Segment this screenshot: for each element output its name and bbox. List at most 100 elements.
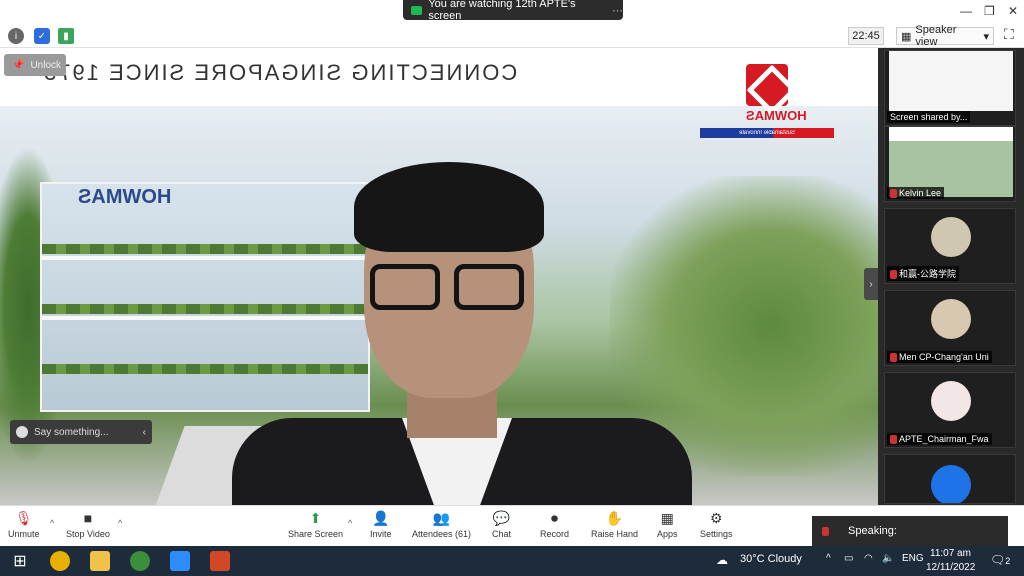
tile-participant-2[interactable]: Men CP-Chang'an Uni xyxy=(884,290,1016,366)
minimize-icon[interactable]: — xyxy=(960,4,972,18)
cloud-icon: ☁ xyxy=(716,553,728,567)
slide-title: CONNECTING SINGAPORE SINCE 1975 xyxy=(42,60,518,85)
shield-icon[interactable]: ✓ xyxy=(34,28,50,44)
windows-start-icon[interactable]: ⊞ xyxy=(10,551,30,571)
share-screen-button[interactable]: ⬆ Share Screen xyxy=(288,510,343,546)
tile-label: Kelvin Lee xyxy=(887,186,945,199)
unmute-button[interactable]: 🎙 Unmute xyxy=(8,510,40,546)
tile-screen-share[interactable]: Screen shared by... xyxy=(884,50,1016,126)
reaction-chat-box[interactable]: Say something... ‹ xyxy=(10,420,152,444)
tile-participant-3[interactable]: APTE_Chairman_Fwa xyxy=(884,372,1016,448)
fullscreen-icon[interactable]: ⛶ xyxy=(1004,26,1014,43)
notification-icon[interactable]: 🗨2 xyxy=(990,553,1010,567)
file-explorer-icon[interactable] xyxy=(90,551,110,571)
camera-icon xyxy=(411,5,423,15)
building-sign: HOWMAS xyxy=(78,186,172,208)
speaker-video xyxy=(232,162,692,505)
grid-icon: ▦ xyxy=(901,30,912,43)
powerpoint-icon[interactable] xyxy=(210,551,230,571)
participants-panel: Screen shared by... Kelvin Lee 和赢-公路学院 M… xyxy=(878,48,1024,505)
raise-hand-button[interactable]: ✋ Raise Hand xyxy=(591,510,638,546)
restore-icon[interactable]: ❐ xyxy=(984,4,995,18)
speaking-indicator: Speaking: xyxy=(812,516,1008,546)
info-icon[interactable]: i xyxy=(8,28,24,44)
avatar xyxy=(931,299,971,339)
add-user-icon: 👤 xyxy=(372,509,390,526)
video-options-caret[interactable]: ^ xyxy=(118,518,122,528)
weather-text[interactable]: 30°C Cloudy xyxy=(740,553,802,565)
battery-icon[interactable]: ▭ xyxy=(844,553,853,564)
tile-participant-4[interactable] xyxy=(884,454,1016,504)
tile-label: Men CP-Chang'an Uni xyxy=(887,350,992,363)
clock-date[interactable]: 12/11/2022 xyxy=(926,562,975,573)
attendees-button[interactable]: 👥 Attendees (61) xyxy=(412,510,471,546)
watching-text: You are watching 12th APTE's screen xyxy=(428,0,576,22)
invite-button[interactable]: 👤 Invite xyxy=(370,510,392,546)
notification-count: 2 xyxy=(1005,556,1011,566)
people-icon: 👥 xyxy=(432,509,451,526)
chevron-down-icon: ▾ xyxy=(983,30,989,43)
share-screen-icon: ⬆ xyxy=(309,509,322,526)
record-button[interactable]: ⏺ Record xyxy=(540,510,569,546)
logo-mark-icon xyxy=(746,64,788,106)
volume-icon[interactable]: 🔈 xyxy=(882,553,894,564)
logo-strip-text: Sustainable Innovate xyxy=(738,130,796,136)
chrome-profile-icon[interactable] xyxy=(130,551,150,571)
emoji-icon[interactable] xyxy=(16,426,28,438)
language-indicator[interactable]: ENG xyxy=(902,553,924,564)
hand-icon: ✋ xyxy=(605,509,624,526)
main-video-stage: CONNECTING SINGAPORE SINCE 1975 HOWMAS H… xyxy=(0,48,878,505)
glasses-right xyxy=(454,264,524,310)
collapse-panel-button[interactable]: › xyxy=(864,268,878,300)
stop-video-button[interactable]: ■ Stop Video xyxy=(66,510,110,546)
chrome-icon[interactable] xyxy=(50,551,70,571)
view-label: Speaker view xyxy=(915,24,957,48)
watching-banner: You are watching 12th APTE's screen ⋯ xyxy=(403,0,623,22)
zoom-app-icon[interactable] xyxy=(170,551,190,571)
video-camera-icon: ■ xyxy=(83,510,93,526)
logo-strip: Sustainable Innovate xyxy=(700,128,834,138)
windows-taskbar: ⊞ ☁ 30°C Cloudy ^ ▭ ◠ 🔈 ENG 11:07 am 12/… xyxy=(0,546,1024,576)
tile-participant-1[interactable]: 和赢-公路学院 xyxy=(884,208,1016,284)
chat-icon: 💬 xyxy=(492,509,511,526)
window-titlebar: You are watching 12th APTE's screen ⋯ — … xyxy=(0,0,1024,24)
clock-time[interactable]: 11:07 am xyxy=(930,548,971,559)
avatar xyxy=(931,217,971,257)
mic-muted-icon xyxy=(890,353,897,362)
chat-button[interactable]: 💬 Chat xyxy=(492,510,511,546)
pin-icon: 📌 xyxy=(12,59,25,71)
meeting-timer: 22:45 xyxy=(848,27,884,45)
share-options-caret[interactable]: ^ xyxy=(348,518,352,528)
tile-label: APTE_Chairman_Fwa xyxy=(887,432,992,445)
mic-off-icon: 🎙 xyxy=(14,509,33,526)
tile-kelvin-lee[interactable]: Kelvin Lee xyxy=(884,126,1016,202)
view-dropdown[interactable]: ▦ Speaker view ▾ xyxy=(896,24,994,48)
unlock-button[interactable]: 📌 Unlock xyxy=(4,54,66,76)
apps-button[interactable]: ▦ Apps xyxy=(657,510,678,546)
more-icon[interactable]: ⋯ xyxy=(612,4,623,17)
mic-muted-icon xyxy=(890,435,897,444)
audio-options-caret[interactable]: ^ xyxy=(50,518,54,528)
chat-placeholder: Say something... xyxy=(34,426,109,438)
signal-icon[interactable]: ▮ xyxy=(58,28,74,44)
gear-icon: ⚙ xyxy=(709,509,723,526)
tray-chevron-icon[interactable]: ^ xyxy=(826,553,831,564)
avatar xyxy=(931,465,971,503)
speaking-label: Speaking: xyxy=(848,525,897,537)
wifi-icon[interactable]: ◠ xyxy=(864,553,873,564)
meeting-info-bar: i ✓ ▮ 22:45 ▦ Speaker view ▾ ⛶ xyxy=(0,24,1024,48)
settings-button[interactable]: ⚙ Settings xyxy=(700,510,733,546)
chevron-left-icon[interactable]: ‹ xyxy=(143,427,152,438)
mic-muted-icon xyxy=(822,526,829,536)
logo-name: HOWMAS xyxy=(746,108,807,123)
apps-icon: ▦ xyxy=(660,509,674,526)
tile-label: 和赢-公路学院 xyxy=(887,266,959,281)
record-icon: ⏺ xyxy=(551,509,558,526)
glasses-left xyxy=(370,264,440,310)
company-logo: HOWMAS Sustainable Innovate xyxy=(700,64,834,142)
unlock-label: Unlock xyxy=(30,59,62,71)
mic-muted-icon xyxy=(890,189,897,198)
avatar xyxy=(931,381,971,421)
tile-label: Screen shared by... xyxy=(887,111,971,123)
close-icon[interactable]: ✕ xyxy=(1008,4,1018,18)
